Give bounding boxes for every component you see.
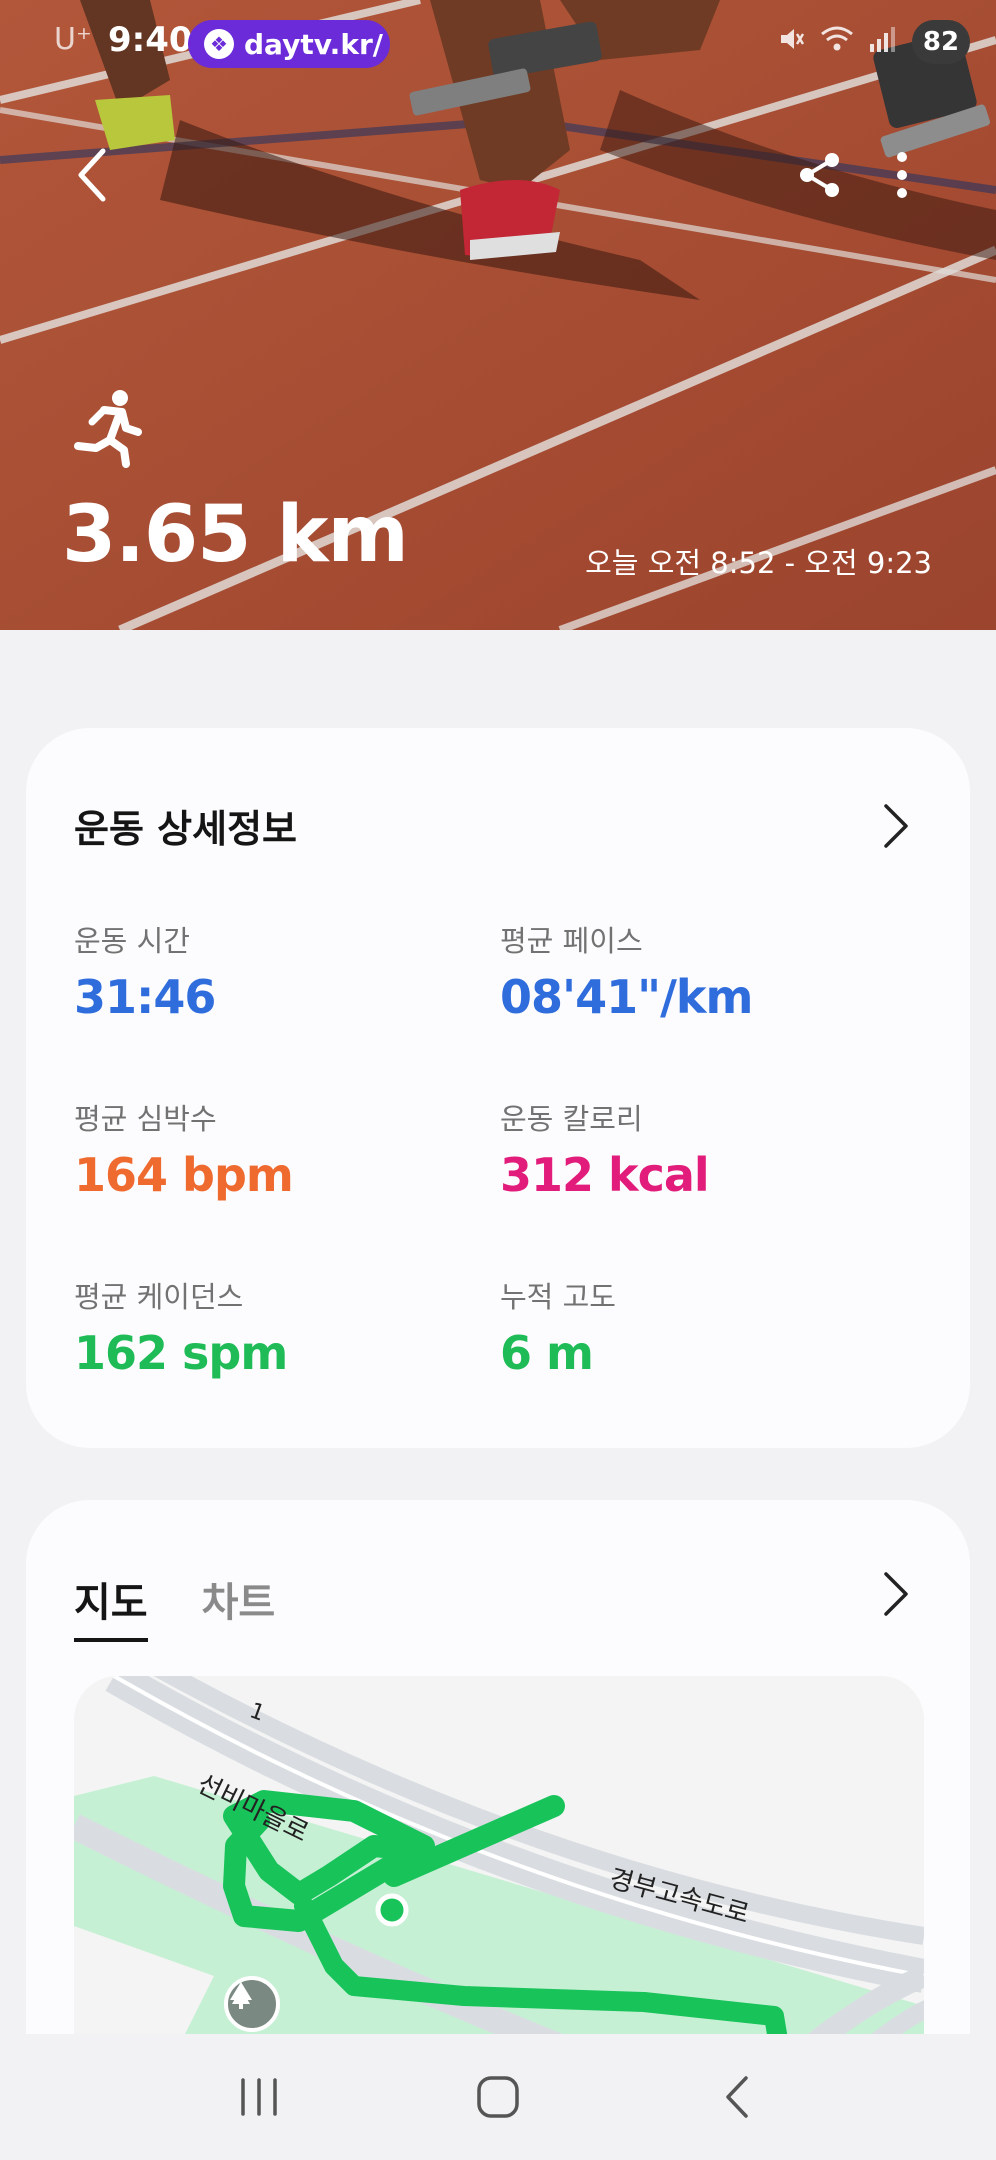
stat-value: 162 spm	[74, 1326, 288, 1380]
stat-value: 08'41"/km	[500, 970, 753, 1024]
battery-indicator: 82	[912, 20, 970, 64]
notification-pill[interactable]: ❖ daytv.kr/	[188, 20, 390, 68]
chevron-right-icon	[884, 1572, 908, 1616]
stat-avg-cadence: 평균 케이던스 162 spm	[74, 1274, 494, 1380]
running-icon	[74, 390, 142, 468]
route-map[interactable]: 1 경부고속도로 선비마을로	[74, 1676, 924, 2076]
tree-icon	[224, 1976, 280, 2032]
stat-label: 평균 심박수	[74, 1102, 217, 1136]
stat-elevation-gain: 누적 고도 6 m	[500, 1274, 920, 1380]
home-button[interactable]	[458, 2057, 538, 2137]
notification-url: daytv.kr/	[244, 27, 383, 61]
workout-detail-screen: U⁺ 9:40 ❖ daytv.kr/ 82 3.65 km 오늘 오전 8:5…	[0, 0, 996, 2160]
back-icon	[725, 2076, 748, 2118]
workout-time-range: 오늘 오전 8:52 - 오전 9:23	[585, 546, 932, 580]
hero-banner: U⁺ 9:40 ❖ daytv.kr/ 82 3.65 km 오늘 오전 8:5…	[0, 0, 996, 630]
chevron-right-icon	[884, 804, 908, 848]
stat-value: 312 kcal	[500, 1148, 710, 1202]
more-options-button[interactable]	[872, 145, 932, 205]
stat-value: 164 bpm	[74, 1148, 294, 1202]
details-title: 운동 상세정보	[74, 807, 297, 851]
tab-map[interactable]: 지도	[74, 1570, 148, 1642]
stat-calories: 운동 칼로리 312 kcal	[500, 1096, 920, 1202]
recents-button[interactable]	[219, 2057, 299, 2137]
stat-value: 31:46	[74, 970, 216, 1024]
stat-label: 평균 페이스	[500, 924, 643, 958]
wifi-icon	[820, 24, 854, 61]
details-more-button[interactable]	[876, 796, 916, 856]
stat-label: 누적 고도	[500, 1280, 616, 1314]
chevron-left-icon	[78, 148, 106, 202]
workout-distance: 3.65 km	[62, 490, 409, 580]
tab-chart[interactable]: 차트	[202, 1570, 276, 1642]
recents-icon	[241, 2078, 278, 2116]
stat-duration: 운동 시간 31:46	[74, 918, 494, 1024]
stat-label: 운동 칼로리	[500, 1102, 643, 1136]
share-icon	[800, 153, 839, 197]
map-more-button[interactable]	[876, 1564, 916, 1624]
signal-icon	[868, 24, 898, 61]
stat-value: 6 m	[500, 1326, 594, 1380]
more-vertical-icon	[897, 152, 907, 198]
back-button[interactable]	[62, 140, 122, 210]
mute-icon	[776, 24, 806, 61]
stat-avg-pace: 평균 페이스 08'41"/km	[500, 918, 920, 1024]
system-back-button[interactable]	[697, 2057, 777, 2137]
leaf-icon: ❖	[204, 29, 234, 59]
status-bar: U⁺ 9:40 ❖ daytv.kr/ 82	[0, 0, 996, 90]
route-map-canvas	[74, 1676, 924, 2076]
carrier-label: U⁺	[54, 22, 92, 57]
stat-avg-heart-rate: 평균 심박수 164 bpm	[74, 1096, 494, 1202]
system-nav-bar	[0, 2034, 996, 2160]
stat-label: 운동 시간	[74, 924, 190, 958]
status-icons: 82	[776, 20, 970, 64]
clock: 9:40	[108, 20, 193, 60]
workout-details-card[interactable]: 운동 상세정보 운동 시간 31:46 평균 페이스 08'41"/km 평균 …	[26, 728, 970, 1448]
share-button[interactable]	[790, 145, 850, 205]
map-chart-tabs: 지도 차트	[74, 1570, 275, 1642]
home-icon	[477, 2076, 519, 2118]
stat-label: 평균 케이던스	[74, 1280, 244, 1314]
